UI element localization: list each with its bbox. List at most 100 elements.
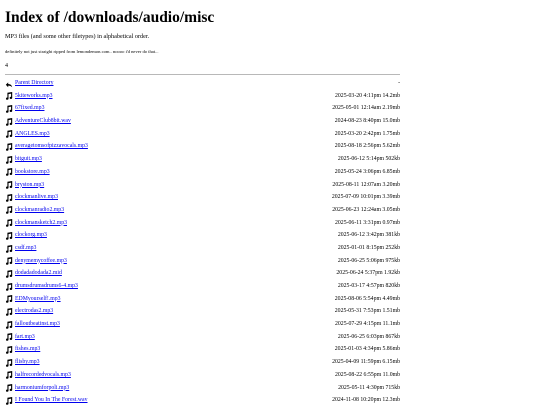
file-link[interactable]: clockmanradio2.mp3	[15, 204, 64, 217]
file-meta: 2025-06-11 3:31pm 0.97mb	[335, 219, 400, 226]
file-row[interactable]: denymemycoffee.mp3 2025-06-25 5:06pm 975k…	[5, 255, 400, 268]
file-link[interactable]: bookstore.mp3	[15, 166, 50, 179]
file-row[interactable]: dodadadodada2.mid 2025-06-24 5:37pm 1.92k…	[5, 267, 400, 280]
file-meta: 2025-06-25 5:06pm 975kb	[337, 257, 400, 264]
file-meta: 2024-08-23 8:40pm 15.0mb	[334, 118, 400, 125]
music-note-icon	[5, 396, 13, 405]
file-row[interactable]: fishes.mp3 2025-01-03 4:34pm 5.86mb	[5, 343, 400, 356]
file-meta: 2025-04-09 11:59pm 6.15mb	[332, 359, 400, 366]
file-row[interactable]: 5kiteworks.mp3 2025-03-20 4:11pm 14.2mb	[5, 90, 400, 103]
file-meta: 2025-06-24 5:37pm 1.92kb	[336, 270, 400, 277]
file-row[interactable]: fart.mp3 2025-06-25 6:03pm 867kb	[5, 331, 400, 344]
file-meta: 2025-03-20 4:11pm 14.2mb	[335, 92, 400, 99]
file-meta: 2025-07-09 10:01pm 3.39mb	[331, 194, 400, 201]
music-note-icon	[5, 320, 13, 329]
parent-directory-row[interactable]: Parent Directory -	[5, 77, 400, 90]
page-title: Index of /downloads/audio/misc	[5, 9, 215, 26]
music-note-icon	[5, 168, 13, 177]
file-meta: 2025-05-11 4:30pm 715kb	[338, 384, 400, 391]
music-note-icon	[5, 130, 13, 139]
file-link[interactable]: bitguit.mp3	[15, 153, 42, 166]
file-row[interactable]: bookstore.mp3 2025-05-24 3:06pm 6.85mb	[5, 166, 400, 179]
file-row[interactable]: drumsdrumsdrums6-4.mp3 2025-03-17 4:57pm …	[5, 280, 400, 293]
file-row[interactable]: falloutbeatinst.mp3 2025-07-29 4:15pm 11.…	[5, 318, 400, 331]
music-note-icon	[5, 333, 13, 342]
file-link[interactable]: dodadadodada2.mid	[15, 267, 62, 280]
file-row[interactable]: clockmanlive.mp3 2025-07-09 10:01pm 3.39m…	[5, 191, 400, 204]
file-row[interactable]: harmoniumforpoli.mp3 2025-05-11 4:30pm 71…	[5, 382, 400, 395]
music-note-icon	[5, 219, 13, 227]
music-note-icon	[5, 358, 13, 367]
music-note-icon	[5, 295, 13, 304]
visit-counter: 4	[5, 63, 8, 69]
file-link[interactable]: ANGLES.mp3	[15, 128, 50, 141]
file-link[interactable]: clockmansketch2.mp3	[15, 217, 67, 230]
divider	[5, 74, 400, 75]
file-listing: Parent Directory - 5kiteworks.mp3 2025-03…	[5, 77, 400, 407]
file-link[interactable]: averagetomsofpizzavocals.mp3	[15, 140, 88, 153]
file-row[interactable]: halfrecordedvocals.mp3 2025-08-22 6:55pm …	[5, 369, 400, 382]
file-link[interactable]: clockmanlive.mp3	[15, 191, 58, 204]
file-link[interactable]: 67fixed.mp3	[15, 102, 44, 115]
music-note-icon	[5, 143, 13, 151]
file-meta: 2025-05-31 7:53pm 1.51mb	[334, 308, 400, 315]
music-note-icon	[5, 155, 13, 164]
music-note-icon	[5, 282, 13, 291]
file-link[interactable]: falloutbeatinst.mp3	[15, 318, 60, 331]
file-link[interactable]: AdventureClub8bit.wav	[15, 115, 71, 128]
file-row[interactable]: bitguit.mp3 2025-06-12 5:14pm 502kb	[5, 153, 400, 166]
file-row[interactable]: clockmansketch2.mp3 2025-06-11 3:31pm 0.9…	[5, 217, 400, 230]
file-link[interactable]: fart.mp3	[15, 331, 35, 344]
page-disclaimer: definitely not just straight ripped from…	[5, 49, 159, 54]
file-link[interactable]: drumsdrumsdrums6-4.mp3	[15, 280, 78, 293]
file-meta: 2025-08-22 6:55pm 11.0mb	[335, 371, 400, 378]
file-link[interactable]: bryston.mp3	[15, 179, 44, 192]
file-row[interactable]: flisby.mp3 2025-04-09 11:59pm 6.15mb	[5, 356, 400, 369]
file-row[interactable]: csdf.mp3 2025-01-01 8:15pm 252kb	[5, 242, 400, 255]
back-arrow-icon	[5, 80, 13, 88]
file-link[interactable]: harmoniumforpoli.mp3	[15, 382, 69, 395]
music-note-icon	[5, 307, 13, 316]
file-meta: 2025-06-12 5:14pm 502kb	[337, 156, 400, 163]
file-meta: 2025-08-06 5:54pm 4.49mb	[334, 295, 400, 302]
music-note-icon	[5, 92, 13, 101]
file-link[interactable]: 5kiteworks.mp3	[15, 90, 53, 103]
music-note-icon	[5, 193, 13, 202]
file-link[interactable]: fishes.mp3	[15, 343, 40, 356]
file-link[interactable]: clockorg.mp3	[15, 229, 47, 242]
file-row[interactable]: ANGLES.mp3 2025-03-20 2:42pm 1.75mb	[5, 128, 400, 141]
parent-directory-link[interactable]: Parent Directory	[15, 77, 53, 90]
page-subtitle: MP3 files (and some other filetypes) in …	[5, 33, 150, 40]
music-note-icon	[5, 269, 13, 278]
file-meta: 2025-01-03 4:34pm 5.86mb	[334, 346, 400, 353]
file-meta: 2025-05-01 12:14am 2.19mb	[332, 105, 400, 112]
file-row[interactable]: AdventureClub8bit.wav 2024-08-23 8:40pm 1…	[5, 115, 400, 128]
file-row[interactable]: 67fixed.mp3 2025-05-01 12:14am 2.19mb	[5, 102, 400, 115]
file-link[interactable]: flisby.mp3	[15, 356, 40, 369]
music-note-icon	[5, 371, 13, 380]
file-link[interactable]: csdf.mp3	[15, 242, 36, 255]
music-note-icon	[5, 346, 13, 354]
file-meta: 2025-06-25 6:03pm 867kb	[337, 333, 400, 340]
parent-directory-meta: -	[398, 80, 400, 86]
file-meta: 2025-06-12 3:42pm 381kb	[337, 232, 400, 239]
music-note-icon	[5, 231, 13, 240]
file-row[interactable]: EDMyourself!.mp3 2025-08-06 5:54pm 4.49mb	[5, 293, 400, 306]
file-row[interactable]: electrodas2.mp3 2025-05-31 7:53pm 1.51mb	[5, 305, 400, 318]
file-row[interactable]: clockorg.mp3 2025-06-12 3:42pm 381kb	[5, 229, 400, 242]
file-row[interactable]: bryston.mp3 2025-08-11 12:07am 3.20mb	[5, 179, 400, 192]
file-meta: 2025-05-24 3:06pm 6.85mb	[334, 168, 400, 175]
music-note-icon	[5, 244, 13, 253]
file-meta: 2025-08-11 12:07am 3.20mb	[332, 181, 400, 188]
directory-index-page: Index of /downloads/audio/misc MP3 files…	[0, 0, 540, 405]
file-meta: 2025-03-20 2:42pm 1.75mb	[334, 130, 400, 137]
file-link[interactable]: EDMyourself!.mp3	[15, 293, 61, 306]
file-link[interactable]: electrodas2.mp3	[15, 305, 53, 318]
music-note-icon	[5, 117, 13, 126]
file-link[interactable]: halfrecordedvocals.mp3	[15, 369, 71, 382]
file-row[interactable]: averagetomsofpizzavocals.mp3 2025-08-18 2…	[5, 140, 400, 153]
file-link[interactable]: denymemycoffee.mp3	[15, 255, 67, 268]
music-note-icon	[5, 104, 13, 113]
music-note-icon	[5, 257, 13, 265]
file-row[interactable]: clockmanradio2.mp3 2025-06-23 12:24am 3.0…	[5, 204, 400, 217]
